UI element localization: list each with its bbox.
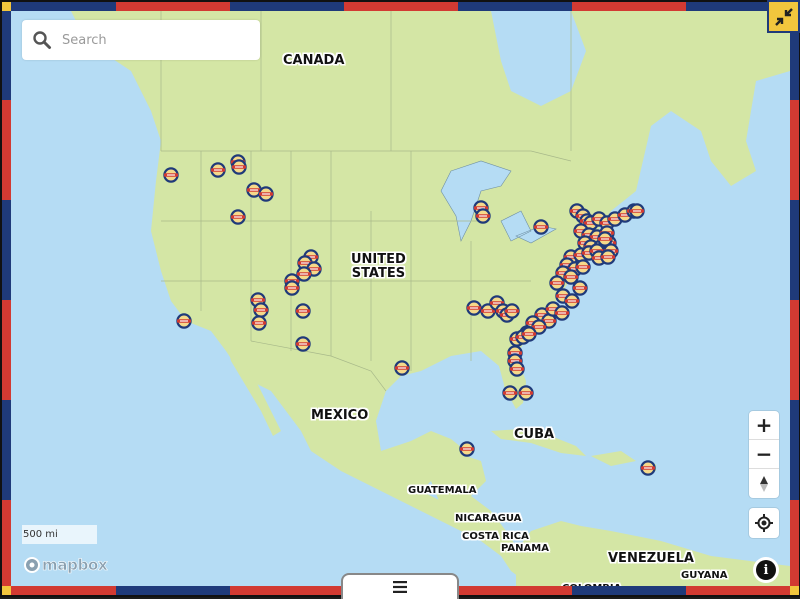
location-badge-icon[interactable]	[518, 385, 534, 401]
frame-segment-left	[2, 300, 11, 400]
location-badge-icon[interactable]	[600, 249, 616, 265]
frame-segment-top	[344, 2, 458, 11]
location-badge-icon[interactable]	[258, 186, 274, 202]
frame-segment-right	[790, 200, 799, 300]
location-badge-icon[interactable]	[231, 159, 247, 175]
label-united-states: UNITED STATES	[351, 253, 406, 280]
search-box[interactable]	[22, 20, 260, 60]
mapbox-logo-icon	[24, 557, 40, 573]
frame-segment-top	[11, 2, 116, 11]
frame-segment-left	[2, 400, 11, 500]
location-badge-icon[interactable]	[572, 280, 588, 296]
frame-segment-left	[2, 100, 11, 200]
compass-button[interactable]	[749, 469, 779, 498]
location-badge-icon[interactable]	[284, 280, 300, 296]
frame-segment-bottom	[458, 586, 572, 595]
label-united-states-line1: UNITED	[351, 252, 406, 267]
location-badge-icon[interactable]	[459, 441, 475, 457]
frame-segment-bottom	[686, 586, 790, 595]
hamburger-menu-icon	[393, 581, 407, 593]
collapse-arrows-icon	[774, 7, 793, 26]
location-badge-icon[interactable]	[533, 219, 549, 235]
location-badge-icon[interactable]	[475, 208, 491, 224]
map-canvas[interactable]: CANADA UNITED STATES MEXICO CUBA GUATEMA…	[11, 11, 790, 586]
location-badge-icon[interactable]	[502, 385, 518, 401]
collapse-button[interactable]	[767, 0, 800, 33]
location-badge-icon[interactable]	[210, 162, 226, 178]
menu-drawer-tab[interactable]	[341, 573, 459, 599]
locate-icon	[755, 514, 773, 532]
location-badge-icon[interactable]	[504, 303, 520, 319]
location-badge-icon[interactable]	[521, 326, 537, 342]
label-mexico: MEXICO	[311, 408, 369, 423]
zoom-out-button[interactable]: −	[749, 440, 779, 469]
location-badge-icon[interactable]	[176, 313, 192, 329]
attribution-info-button[interactable]: i	[756, 560, 776, 580]
label-guyana: GUYANA	[681, 570, 728, 581]
compass-icon	[760, 475, 768, 492]
frame-segment-right	[790, 300, 799, 400]
location-badge-icon[interactable]	[163, 167, 179, 183]
label-canada: CANADA	[283, 53, 345, 68]
label-venezuela: VENEZUELA	[608, 551, 694, 566]
frame-corner	[2, 586, 11, 595]
label-united-states-line2: STATES	[351, 265, 406, 281]
location-badge-icon[interactable]	[629, 203, 645, 219]
frame-segment-left	[2, 500, 11, 586]
frame-corner	[790, 586, 799, 595]
location-badge-icon[interactable]	[230, 209, 246, 225]
frame-segment-bottom	[230, 586, 344, 595]
scale-bar: 500 mi	[22, 525, 97, 544]
navigation-controls: + −	[749, 411, 779, 498]
frame-segment-bottom	[572, 586, 686, 595]
label-nicaragua: NICARAGUA	[455, 513, 522, 524]
frame-segment-left	[2, 11, 11, 100]
location-badge-icon[interactable]	[640, 460, 656, 476]
zoom-in-button[interactable]: +	[749, 411, 779, 440]
location-badge-icon[interactable]	[295, 303, 311, 319]
location-badge-icon[interactable]	[509, 361, 525, 377]
location-badge-icon[interactable]	[394, 360, 410, 376]
label-costa-rica: COSTA RICA	[462, 531, 529, 542]
frame-segment-bottom	[11, 586, 116, 595]
frame-segment-right	[790, 100, 799, 200]
frame-segment-top	[458, 2, 572, 11]
frame-segment-top	[116, 2, 230, 11]
search-input[interactable]	[60, 31, 254, 49]
label-cuba: CUBA	[514, 427, 555, 442]
location-badge-icon[interactable]	[251, 315, 267, 331]
frame-segment-right	[790, 500, 799, 586]
search-icon	[33, 31, 51, 49]
label-guatemala: GUATEMALA	[408, 485, 477, 496]
location-badge-icon[interactable]	[295, 336, 311, 352]
map-land	[11, 11, 790, 586]
frame-segment-right	[790, 400, 799, 500]
frame-segment-left	[2, 200, 11, 300]
frame-segment-top	[572, 2, 686, 11]
mapbox-logo-text: mapbox	[42, 556, 108, 575]
geolocate-button[interactable]	[749, 508, 779, 538]
mapbox-logo[interactable]: mapbox	[24, 556, 108, 575]
label-panama: PANAMA	[501, 543, 549, 554]
frame-segment-bottom	[116, 586, 230, 595]
frame-segment-top	[230, 2, 344, 11]
frame-corner	[2, 2, 11, 11]
